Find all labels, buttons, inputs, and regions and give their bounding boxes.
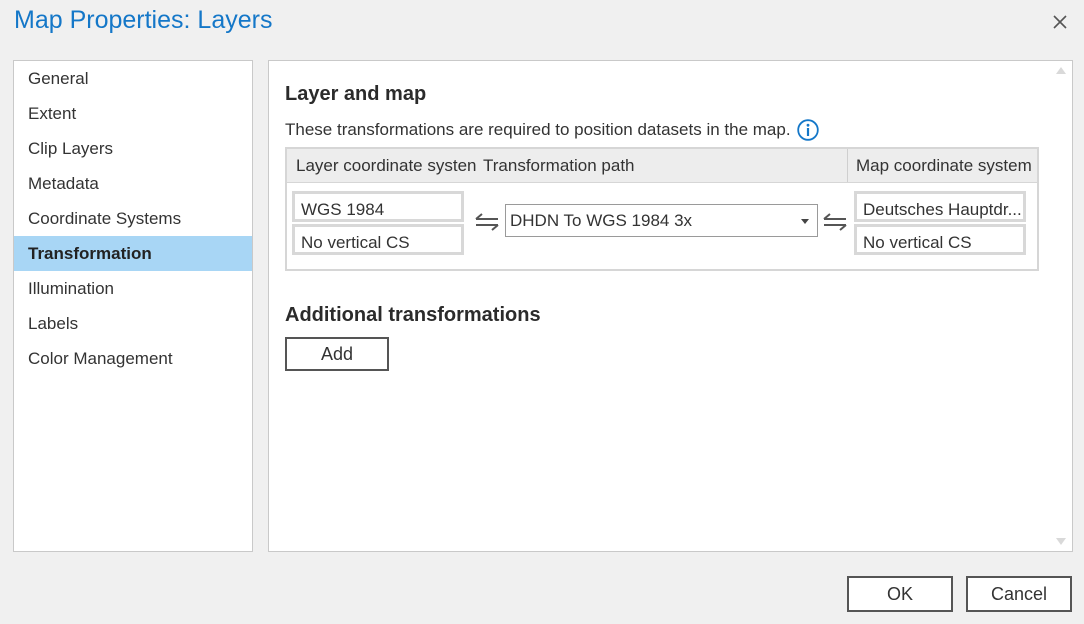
close-icon [1053,15,1067,29]
layer-cs-vertical: No vertical CS [292,224,464,255]
sidebar-nav: General Extent Clip Layers Metadata Coor… [13,60,253,552]
header-transformation-path: Transformation path [483,156,635,175]
scroll-up-arrow-icon[interactable] [1056,67,1066,74]
additional-transformations-heading: Additional transformations [285,304,541,326]
info-icon[interactable] [796,119,819,141]
swap-arrows-icon [823,213,847,231]
swap-arrows-icon [475,213,499,231]
close-button[interactable] [1046,8,1074,36]
layer-cs-horizontal: WGS 1984 [292,191,464,222]
sidebar-item-coordinate-systems[interactable]: Coordinate Systems [14,201,252,236]
sidebar-item-metadata[interactable]: Metadata [14,166,252,201]
map-cs-vertical: No vertical CS [854,224,1026,255]
add-button[interactable]: Add [285,337,389,371]
map-cs-horizontal: Deutsches Hauptdr... [854,191,1026,222]
layer-and-map-heading: Layer and map [285,83,427,105]
description-label: These transformations are required to po… [285,120,791,139]
sidebar-item-extent[interactable]: Extent [14,96,252,131]
content-panel: Layer and map These transformations are … [268,60,1073,552]
sidebar-item-labels[interactable]: Labels [14,306,252,341]
header-map-cs: Map coordinate system [856,156,1032,175]
sidebar-item-transformation[interactable]: Transformation [14,236,252,271]
chevron-down-icon [801,219,809,224]
sidebar-item-illumination[interactable]: Illumination [14,271,252,306]
transformation-path-value: DHDN To WGS 1984 3x [510,211,693,230]
cancel-button[interactable]: Cancel [966,576,1072,612]
dialog-title: Map Properties: Layers [14,6,273,34]
sidebar-item-color-management[interactable]: Color Management [14,341,252,376]
header-layer-cs: Layer coordinate systen [296,156,476,175]
transformation-grid: Layer coordinate systen Transformation p… [285,147,1039,271]
sidebar-item-general[interactable]: General [14,61,252,96]
grid-header: Layer coordinate systen Transformation p… [287,149,1037,183]
description-text: These transformations are required to po… [285,119,819,141]
ok-button[interactable]: OK [847,576,953,612]
header-separator [847,149,848,182]
scroll-down-arrow-icon[interactable] [1056,538,1066,545]
transformation-path-dropdown[interactable]: DHDN To WGS 1984 3x [505,204,818,237]
sidebar-item-clip-layers[interactable]: Clip Layers [14,131,252,166]
